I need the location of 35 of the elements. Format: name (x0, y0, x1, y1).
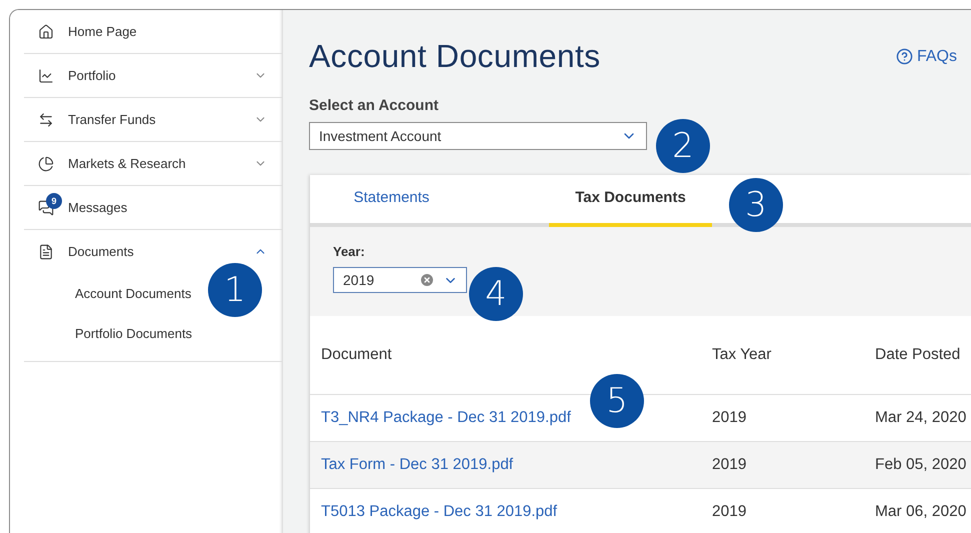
field-label: Select an Account (309, 97, 440, 114)
count-badge: 9 (46, 192, 62, 208)
table-cell-text: 2019 (712, 456, 748, 474)
column-header: Document (321, 346, 393, 364)
page-title: Account Documents (309, 38, 600, 75)
document-icon (38, 244, 54, 260)
sidebar-item[interactable]: 9 Messages (24, 186, 283, 230)
table-cell-text: 2019 (712, 409, 748, 427)
chart-icon (38, 68, 54, 84)
arrows-icon (38, 112, 54, 128)
tab[interactable]: Statements (310, 175, 473, 227)
table-cell-text: Mar 06, 2020 (875, 503, 968, 521)
nav-label: Portfolio (68, 68, 117, 83)
help-icon (896, 48, 913, 65)
table-cell-text: 2019 (712, 503, 748, 521)
document-link[interactable]: Tax Form - Dec 31 2019.pdf (321, 456, 712, 474)
column-header: Tax Year (712, 346, 772, 364)
table-cell-text: Feb 05, 2020 (875, 456, 968, 474)
table-cell-text: Mar 24, 2020 (875, 409, 968, 427)
nav-label: Messages (68, 200, 128, 215)
pie-chart-icon (38, 156, 54, 172)
nav-label: Documents (68, 244, 135, 259)
submenu-item[interactable]: Account Documents (75, 273, 192, 313)
faq-link[interactable]: FAQs (896, 48, 957, 66)
field-label: Year: (333, 244, 366, 259)
nav-label: Home Page (68, 24, 138, 39)
year-dropdown[interactable]: 2019 (333, 267, 467, 293)
column-header: Date Posted (875, 346, 962, 364)
account-dropdown[interactable]: Investment Account (309, 122, 647, 150)
clear-icon (419, 272, 435, 288)
nav-label: Markets & Research (68, 156, 187, 171)
document-link[interactable]: T5013 Package - Dec 31 2019.pdf (321, 503, 712, 521)
nav-label: Transfer Funds (68, 112, 157, 127)
home-icon (38, 24, 54, 40)
submenu-item[interactable]: Portfolio Documents (75, 313, 192, 353)
